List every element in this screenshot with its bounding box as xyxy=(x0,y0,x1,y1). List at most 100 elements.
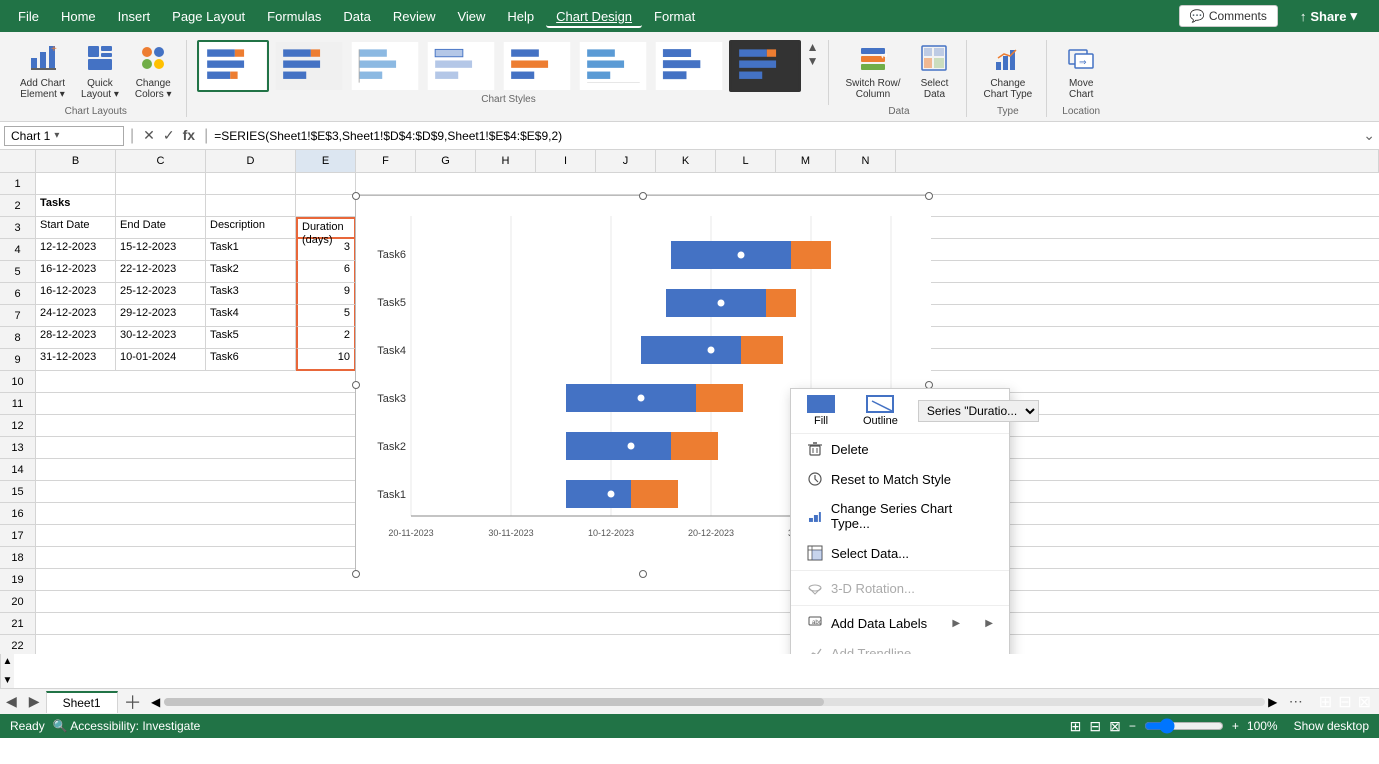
col-header-n[interactable]: N xyxy=(836,150,896,172)
sheet-tab-sheet1[interactable]: Sheet1 xyxy=(46,691,118,713)
hscroll-thumb[interactable] xyxy=(164,698,825,706)
cell-c7[interactable]: 29-12-2023 xyxy=(116,305,206,327)
page-break-preview-button[interactable]: ⊠ xyxy=(1109,718,1121,735)
cell-c6[interactable]: 25-12-2023 xyxy=(116,283,206,305)
menu-data[interactable]: Data xyxy=(333,5,380,28)
ctx-delete[interactable]: Delete xyxy=(791,434,1009,464)
cell-e3[interactable]: Duration (days) xyxy=(296,217,356,239)
handle-tl[interactable] xyxy=(352,192,360,200)
cell-b3[interactable]: Start Date xyxy=(36,217,116,239)
scroll-down-arrow[interactable]: ▼ xyxy=(1,673,15,688)
cell-e1[interactable] xyxy=(296,173,356,195)
confirm-formula-icon[interactable]: ✓ xyxy=(160,127,178,144)
cell-d7[interactable]: Task4 xyxy=(206,305,296,327)
menu-format[interactable]: Format xyxy=(644,5,705,28)
col-header-h[interactable]: H xyxy=(476,150,536,172)
chart-style-1[interactable] xyxy=(197,40,269,92)
cell-d9[interactable]: Task6 xyxy=(206,349,296,371)
cell-d8[interactable]: Task5 xyxy=(206,327,296,349)
hscroll-track[interactable] xyxy=(164,698,1265,706)
menu-page-layout[interactable]: Page Layout xyxy=(162,5,255,28)
menu-review[interactable]: Review xyxy=(383,5,446,28)
cell-b1[interactable] xyxy=(36,173,116,195)
cell-b6[interactable]: 16-12-2023 xyxy=(36,283,116,305)
cell-c2[interactable] xyxy=(116,195,206,217)
col-header-g[interactable]: G xyxy=(416,150,476,172)
zoom-in-icon[interactable]: + xyxy=(1232,719,1239,733)
scroll-sheets-right[interactable]: ▶ xyxy=(23,693,46,710)
chart-style-2[interactable] xyxy=(273,40,345,92)
cell-c4[interactable]: 15-12-2023 xyxy=(116,239,206,261)
chart-style-4[interactable] xyxy=(425,40,497,92)
col-header-e[interactable]: E xyxy=(296,150,356,172)
ctx-change-series-type[interactable]: Change Series Chart Type... xyxy=(791,494,1009,538)
handle-tm[interactable] xyxy=(639,192,647,200)
name-box[interactable]: Chart 1 ▾ xyxy=(4,126,124,146)
formula-input[interactable] xyxy=(214,129,1359,143)
quick-layout-button[interactable]: QuickLayout ▾ xyxy=(75,40,125,104)
col-header-c[interactable]: C xyxy=(116,150,206,172)
cell-c5[interactable]: 22-12-2023 xyxy=(116,261,206,283)
cell-d3[interactable]: Description xyxy=(206,217,296,239)
switch-row-column-button[interactable]: ⇄ Switch Row/Column xyxy=(839,40,906,104)
change-chart-type-button[interactable]: ChangeChart Type xyxy=(977,40,1038,104)
show-desktop-label[interactable]: Show desktop xyxy=(1286,719,1369,733)
menu-help[interactable]: Help xyxy=(497,5,544,28)
chart-style-3[interactable] xyxy=(349,40,421,92)
add-sheet-button[interactable]: ＋ xyxy=(118,689,148,715)
cell-e4[interactable]: 3 xyxy=(296,239,356,261)
cell-c8[interactable]: 30-12-2023 xyxy=(116,327,206,349)
scroll-up-arrow[interactable]: ▲ xyxy=(1,654,15,669)
cell-e9[interactable]: 10 xyxy=(296,349,356,371)
cell-c1[interactable] xyxy=(116,173,206,195)
page-layout-view-icon[interactable]: ⊟ xyxy=(1338,692,1351,712)
col-header-k[interactable]: K xyxy=(656,150,716,172)
normal-view-button[interactable]: ⊞ xyxy=(1070,718,1082,735)
col-header-l[interactable]: L xyxy=(716,150,776,172)
chart-styles-scroll-down[interactable]: ▲ ▼ xyxy=(805,40,821,68)
cell-b2[interactable]: Tasks xyxy=(36,195,116,217)
cell-b5[interactable]: 16-12-2023 xyxy=(36,261,116,283)
handle-bm[interactable] xyxy=(639,570,647,578)
cell-e6[interactable]: 9 xyxy=(296,283,356,305)
cancel-formula-icon[interactable]: ✕ xyxy=(140,127,158,144)
cell-b8[interactable]: 28-12-2023 xyxy=(36,327,116,349)
hscroll-right[interactable]: ▶ xyxy=(1265,695,1281,709)
page-break-view-icon[interactable]: ⊠ xyxy=(1358,692,1371,712)
move-chart-button[interactable]: ⇒ MoveChart xyxy=(1057,40,1105,104)
menu-view[interactable]: View xyxy=(447,5,495,28)
col-header-f[interactable]: F xyxy=(356,150,416,172)
cell-e8[interactable]: 2 xyxy=(296,327,356,349)
share-button[interactable]: ↑ Share ▾ xyxy=(1286,4,1371,28)
normal-view-icon[interactable]: ⊞ xyxy=(1319,692,1332,712)
cell-e2[interactable] xyxy=(296,195,356,217)
col-header-d[interactable]: D xyxy=(206,150,296,172)
cell-d6[interactable]: Task3 xyxy=(206,283,296,305)
vertical-scrollbar[interactable]: ▲ ▼ xyxy=(0,654,14,688)
col-header-m[interactable]: M xyxy=(776,150,836,172)
cell-d2[interactable] xyxy=(206,195,296,217)
chart-style-6[interactable] xyxy=(577,40,649,92)
menu-home[interactable]: Home xyxy=(51,5,106,28)
cell-b9[interactable]: 31-12-2023 xyxy=(36,349,116,371)
cell-d5[interactable]: Task2 xyxy=(206,261,296,283)
add-chart-element-button[interactable]: + Add ChartElement ▾ xyxy=(14,40,71,104)
menu-file[interactable]: File xyxy=(8,5,49,28)
zoom-slider[interactable] xyxy=(1144,718,1224,734)
handle-tr[interactable] xyxy=(925,192,933,200)
col-header-b[interactable]: B xyxy=(36,150,116,172)
select-data-button[interactable]: SelectData xyxy=(910,40,958,104)
chart-style-8[interactable] xyxy=(729,40,801,92)
fill-button[interactable]: Fill xyxy=(799,393,843,429)
handle-bl[interactable] xyxy=(352,570,360,578)
comments-button[interactable]: 💬 Comments xyxy=(1179,5,1278,27)
page-layout-view-button[interactable]: ⊟ xyxy=(1089,718,1101,735)
ctx-add-data-labels[interactable]: abc Add Data Labels ▶ xyxy=(791,608,1009,638)
handle-ml[interactable] xyxy=(352,381,360,389)
chart-style-7[interactable] xyxy=(653,40,725,92)
zoom-out-icon[interactable]: − xyxy=(1129,719,1136,733)
name-box-dropdown-icon[interactable]: ▾ xyxy=(54,130,59,141)
scroll-sheets-left[interactable]: ◀ xyxy=(0,693,23,710)
menu-insert[interactable]: Insert xyxy=(108,5,161,28)
change-colors-button[interactable]: ChangeColors ▾ xyxy=(129,40,178,104)
